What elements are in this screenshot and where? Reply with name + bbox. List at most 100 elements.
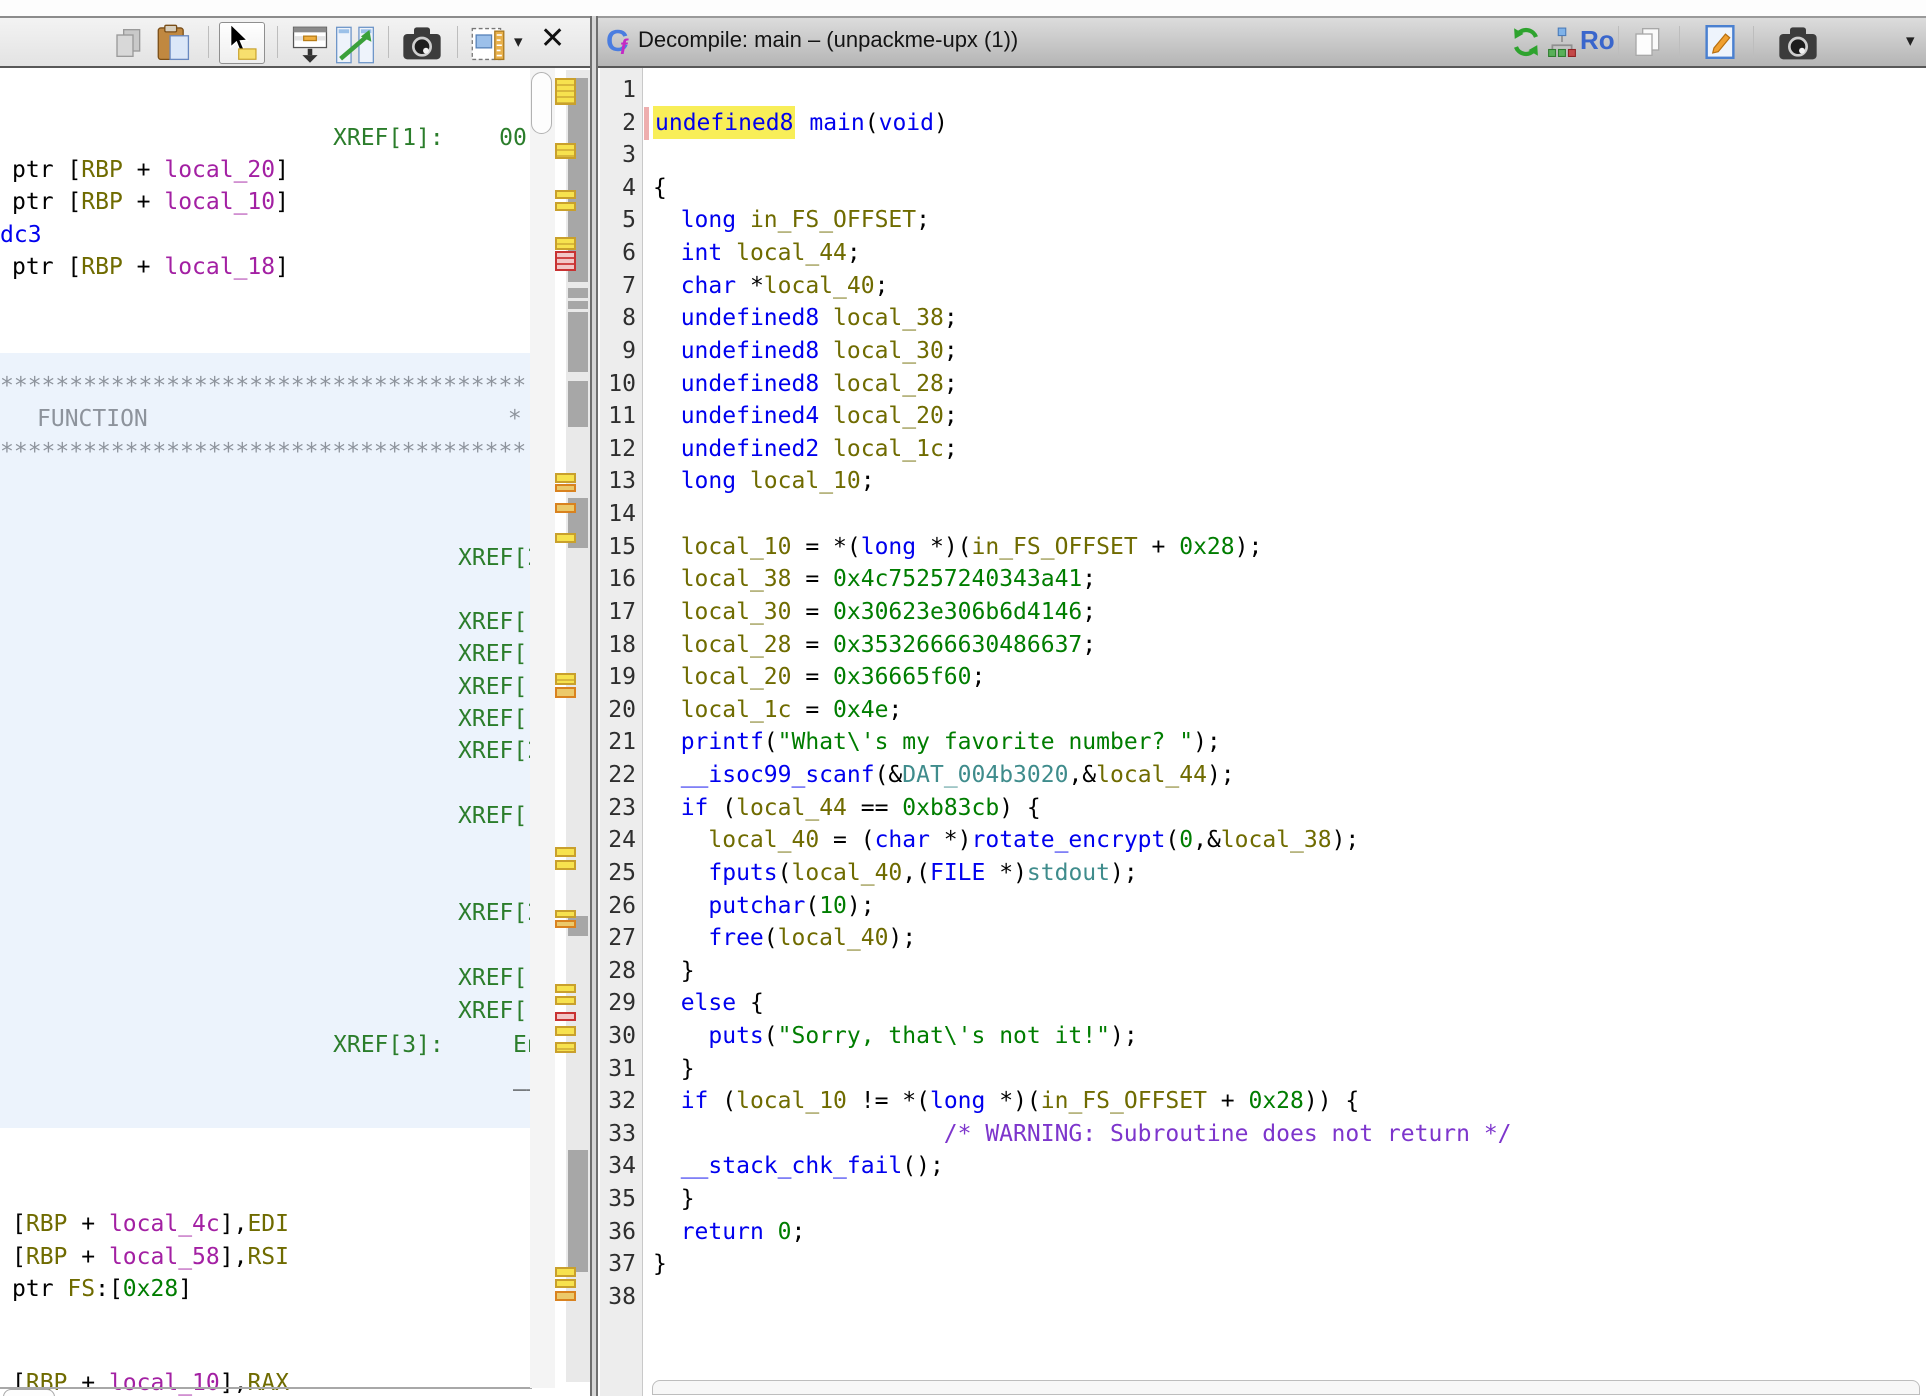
code-line-25[interactable]: 25 fputs(local_40,(FILE *)stdout); xyxy=(598,857,1926,890)
change-marker[interactable] xyxy=(555,78,576,105)
code-text[interactable]: long local_10; xyxy=(653,465,875,498)
code-text[interactable]: } xyxy=(653,1248,667,1281)
listing-row[interactable]: ptr [RBP + local_18] xyxy=(12,251,289,284)
code-line-26[interactable]: 26 putchar(10); xyxy=(598,890,1926,923)
code-line-5[interactable]: 5 long in_FS_OFFSET; xyxy=(598,204,1926,237)
decompiler-hscrollbar[interactable] xyxy=(652,1380,1920,1395)
copy-icon[interactable] xyxy=(1632,27,1664,62)
code-text[interactable]: fputs(local_40,(FILE *)stdout); xyxy=(653,857,1138,890)
code-line-22[interactable]: 22 __isoc99_scanf(&DAT_004b3020,&local_4… xyxy=(598,759,1926,792)
listing-row[interactable]: XREF[3]: En xyxy=(333,1029,532,1062)
edit-signature-icon[interactable] xyxy=(1704,25,1736,64)
code-line-37[interactable]: 37} xyxy=(598,1248,1926,1281)
code-line-19[interactable]: 19 local_20 = 0x36665f60; xyxy=(598,661,1926,694)
change-marker[interactable] xyxy=(555,143,576,159)
selection-dropdown-icon[interactable]: ▾ xyxy=(514,32,523,52)
change-marker[interactable] xyxy=(555,1026,576,1036)
code-line-23[interactable]: 23 if (local_44 == 0xb83cb) { xyxy=(598,792,1926,825)
change-marker[interactable] xyxy=(555,1279,576,1288)
change-marker[interactable] xyxy=(555,484,576,492)
code-text[interactable]: local_28 = 0x3532666630486637; xyxy=(653,629,1096,662)
code-line-34[interactable]: 34 __stack_chk_fail(); xyxy=(598,1150,1926,1183)
code-line-12[interactable]: 12 undefined2 local_1c; xyxy=(598,433,1926,466)
listing-row[interactable]: XREF[2 xyxy=(458,542,532,575)
code-line-17[interactable]: 17 local_30 = 0x30623e306b6d4146; xyxy=(598,596,1926,629)
listing-panel[interactable]: XREF[1]: 00ptr [RBP + local_20]ptr [RBP … xyxy=(0,0,532,1396)
change-marker[interactable] xyxy=(555,473,576,483)
change-marker[interactable] xyxy=(555,237,576,250)
code-text[interactable]: __stack_chk_fail(); xyxy=(653,1150,944,1183)
listing-row[interactable]: [RBP + local_58],RSI xyxy=(12,1241,289,1274)
code-text[interactable]: local_10 = *(long *)(in_FS_OFFSET + 0x28… xyxy=(653,531,1262,564)
change-marker[interactable] xyxy=(555,1291,576,1301)
change-marker[interactable] xyxy=(555,190,576,199)
refresh-icon[interactable] xyxy=(1511,25,1541,64)
code-text[interactable]: } xyxy=(653,955,695,988)
selection-display-icon[interactable] xyxy=(470,26,508,67)
code-line-15[interactable]: 15 local_10 = *(long *)(in_FS_OFFSET + 0… xyxy=(598,531,1926,564)
code-line-4[interactable]: 4{ xyxy=(598,172,1926,205)
code-line-8[interactable]: 8 undefined8 local_38; xyxy=(598,302,1926,335)
code-text[interactable]: } xyxy=(653,1183,695,1216)
code-line-10[interactable]: 10 undefined8 local_28; xyxy=(598,368,1926,401)
code-text[interactable]: undefined4 local_20; xyxy=(653,400,958,433)
change-marker[interactable] xyxy=(555,847,576,857)
panel-splitter[interactable] xyxy=(590,16,598,1396)
code-line-27[interactable]: 27 free(local_40); xyxy=(598,922,1926,955)
change-marker[interactable] xyxy=(555,503,576,513)
listing-row[interactable]: XREF[1 xyxy=(458,800,532,833)
listing-row[interactable]: ************************************** xyxy=(0,436,526,469)
code-line-21[interactable]: 21 printf("What\'s my favorite number? "… xyxy=(598,726,1926,759)
code-line-6[interactable]: 6 int local_44; xyxy=(598,237,1926,270)
code-text[interactable]: if (local_44 == 0xb83cb) { xyxy=(653,792,1041,825)
change-marker[interactable] xyxy=(555,202,576,211)
cursor-location-button-selected[interactable] xyxy=(219,22,265,64)
code-text[interactable]: return 0; xyxy=(653,1216,805,1249)
code-text[interactable]: /* WARNING: Subroutine does not return *… xyxy=(653,1118,1512,1151)
code-line-29[interactable]: 29 else { xyxy=(598,987,1926,1020)
error-marker[interactable] xyxy=(555,1012,576,1021)
change-marker[interactable] xyxy=(555,1042,576,1053)
code-line-24[interactable]: 24 local_40 = (char *)rotate_encrypt(0,&… xyxy=(598,824,1926,857)
listing-row[interactable]: ptr FS:[0x28] xyxy=(12,1273,192,1306)
listing-vscrollbar-track[interactable] xyxy=(530,68,555,1388)
listing-vscrollbar-thumb[interactable] xyxy=(531,72,552,134)
code-line-13[interactable]: 13 long local_10; xyxy=(598,465,1926,498)
code-text[interactable]: undefined8 local_38; xyxy=(653,302,958,335)
code-line-3[interactable]: 3 xyxy=(598,139,1926,172)
change-marker[interactable] xyxy=(555,910,576,918)
code-line-28[interactable]: 28 } xyxy=(598,955,1926,988)
table-navigate-icon[interactable] xyxy=(291,26,329,69)
close-icon[interactable]: ✕ xyxy=(540,22,565,56)
code-text[interactable]: local_38 = 0x4c75257240343a41; xyxy=(653,563,1096,596)
code-text[interactable]: local_40 = (char *)rotate_encrypt(0,&loc… xyxy=(653,824,1359,857)
code-text[interactable]: long in_FS_OFFSET; xyxy=(653,204,930,237)
listing-row[interactable]: XREF[2 xyxy=(458,897,532,930)
copy-icon-disabled[interactable] xyxy=(113,28,145,63)
code-text[interactable]: undefined8 local_28; xyxy=(653,368,958,401)
code-line-1[interactable]: 1 xyxy=(598,74,1926,107)
code-line-16[interactable]: 16 local_38 = 0x4c75257240343a41; xyxy=(598,563,1926,596)
code-text[interactable]: __isoc99_scanf(&DAT_004b3020,&local_44); xyxy=(653,759,1235,792)
code-text[interactable]: local_1c = 0x4e; xyxy=(653,694,902,727)
decompiler-panel[interactable]: 12undefined8 main(void)34{5 long in_FS_O… xyxy=(598,0,1926,1396)
change-marker[interactable] xyxy=(555,533,576,543)
code-text[interactable]: local_30 = 0x30623e306b6d4146; xyxy=(653,596,1096,629)
code-text[interactable]: local_20 = 0x36665f60; xyxy=(653,661,985,694)
listing-row[interactable]: FUNCTION * xyxy=(37,403,522,436)
code-text[interactable]: free(local_40); xyxy=(653,922,916,955)
code-line-7[interactable]: 7 char *local_40; xyxy=(598,270,1926,303)
listing-row[interactable]: ptr [RBP + local_20] xyxy=(12,154,289,187)
code-line-20[interactable]: 20 local_1c = 0x4e; xyxy=(598,694,1926,727)
listing-row[interactable]: [RBP + local_4c],EDI xyxy=(12,1208,289,1241)
overflow-menu-icon[interactable]: ▾ xyxy=(1906,31,1915,51)
change-marker[interactable] xyxy=(555,687,576,698)
code-line-36[interactable]: 36 return 0; xyxy=(598,1216,1926,1249)
change-marker[interactable] xyxy=(555,996,576,1005)
listing-row[interactable]: XREF[1 xyxy=(458,995,532,1028)
code-text[interactable]: undefined8 local_30; xyxy=(653,335,958,368)
code-text[interactable]: char *local_40; xyxy=(653,270,888,303)
snapshot-camera-icon[interactable] xyxy=(402,26,442,67)
code-line-31[interactable]: 31 } xyxy=(598,1053,1926,1086)
listing-row[interactable]: XREF[1 xyxy=(458,962,532,995)
